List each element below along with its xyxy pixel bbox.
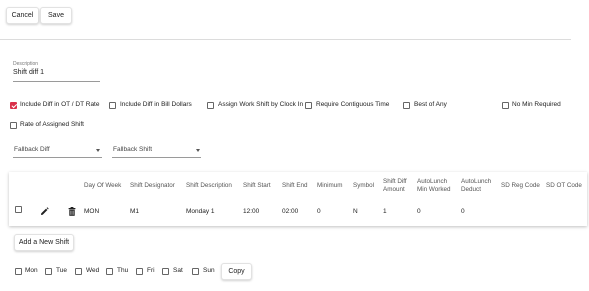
header-autolunch-min-2: Min Worked <box>417 186 451 193</box>
shift-table: Day Of Week Shift Designator Shift Descr… <box>9 172 587 226</box>
no-min-required-checkbox[interactable] <box>502 102 509 109</box>
day-checkbox-fri[interactable] <box>136 268 143 275</box>
header-autolunch-min-1: AutoLunch <box>417 178 448 185</box>
header-symbol: Symbol <box>353 182 374 189</box>
cell-symbol: N <box>353 208 358 215</box>
header-autolunch-deduct-2: Deduct <box>461 186 481 193</box>
require-contiguous-checkbox[interactable] <box>305 102 312 109</box>
toolbar-divider <box>0 39 571 40</box>
fallback-diff-select[interactable]: Fallback Diff <box>13 144 102 156</box>
cancel-button[interactable]: Cancel <box>6 7 39 24</box>
day-checkbox-sat[interactable] <box>162 268 169 275</box>
header-shift-description: Shift Description <box>186 182 232 189</box>
cell-day-of-week: MON <box>84 208 100 215</box>
cell-shift-description: Monday 1 <box>186 208 215 215</box>
header-shift-diff-amount-2: Amount <box>383 186 405 193</box>
day-label-wed: Wed <box>86 267 100 274</box>
day-label-thu: Thu <box>117 267 129 274</box>
day-label-mon: Mon <box>25 267 38 274</box>
copy-button[interactable]: Copy <box>221 263 252 280</box>
include-diff-ot-dt-checkbox[interactable] <box>10 102 17 109</box>
header-day-of-week: Day Of Week <box>84 182 122 189</box>
save-button[interactable]: Save <box>40 7 72 24</box>
day-checkbox-wed[interactable] <box>75 268 82 275</box>
chevron-down-icon <box>96 149 100 152</box>
cell-autolunch-min-worked: 0 <box>417 208 421 215</box>
fallback-diff-underline <box>13 157 102 158</box>
header-minimum: Minimum <box>317 182 343 189</box>
rate-assigned-shift-label: Rate of Assigned Shift <box>20 121 84 128</box>
cell-minimum: 0 <box>317 208 321 215</box>
include-diff-bill-checkbox[interactable] <box>109 102 116 109</box>
day-label-fri: Fri <box>147 267 155 274</box>
header-shift-end: Shift End <box>282 182 308 189</box>
assign-work-shift-checkbox[interactable] <box>207 102 214 109</box>
chevron-down-icon <box>196 149 200 152</box>
description-input[interactable]: Shift diff 1 <box>13 69 100 79</box>
no-min-required-label: No Min Required <box>512 101 561 108</box>
header-shift-start: Shift Start <box>243 182 271 189</box>
day-label-sun: Sun <box>203 267 215 274</box>
best-of-any-checkbox[interactable] <box>403 102 410 109</box>
header-shift-designator: Shift Designator <box>130 182 175 189</box>
include-diff-ot-dt-label: Include Diff in OT / DT Rate <box>20 101 100 108</box>
day-checkbox-tue[interactable] <box>45 268 52 275</box>
description-underline <box>13 81 100 82</box>
cell-shift-start: 12:00 <box>243 208 260 215</box>
description-label: Description <box>13 61 39 67</box>
fallback-shift-text: Fallback Shift <box>113 146 153 153</box>
day-label-sat: Sat <box>173 267 183 274</box>
pencil-icon[interactable] <box>40 207 49 216</box>
day-checkbox-mon[interactable] <box>15 268 22 275</box>
best-of-any-label: Best of Any <box>414 101 447 108</box>
header-sd-reg-code: SD Reg Code <box>501 182 540 189</box>
fallback-diff-text: Fallback Diff <box>14 146 50 153</box>
day-checkbox-sun[interactable] <box>192 268 199 275</box>
fallback-shift-select[interactable]: Fallback Shift <box>112 144 201 156</box>
include-diff-bill-label: Include Diff in Bill Dollars <box>120 101 192 108</box>
cell-shift-diff-amount: 1 <box>383 208 387 215</box>
header-shift-diff-amount-1: Shift Diff <box>383 178 407 185</box>
cell-shift-end: 02:00 <box>282 208 299 215</box>
trash-icon[interactable] <box>68 207 76 216</box>
row-select-checkbox[interactable] <box>15 206 22 213</box>
header-autolunch-deduct-1: AutoLunch <box>461 178 492 185</box>
day-label-tue: Tue <box>56 267 67 274</box>
fallback-shift-underline <box>112 157 201 158</box>
header-sd-ot-code: SD OT Code <box>546 182 582 189</box>
add-new-shift-button[interactable]: Add a New Shift <box>14 234 74 251</box>
assign-work-shift-label: Assign Work Shift by Clock In <box>218 101 304 108</box>
require-contiguous-label: Require Contiguous Time <box>316 101 390 108</box>
rate-assigned-shift-checkbox[interactable] <box>10 122 17 129</box>
cell-autolunch-deduct: 0 <box>461 208 465 215</box>
cell-shift-designator: M1 <box>130 208 140 215</box>
day-checkbox-thu[interactable] <box>106 268 113 275</box>
